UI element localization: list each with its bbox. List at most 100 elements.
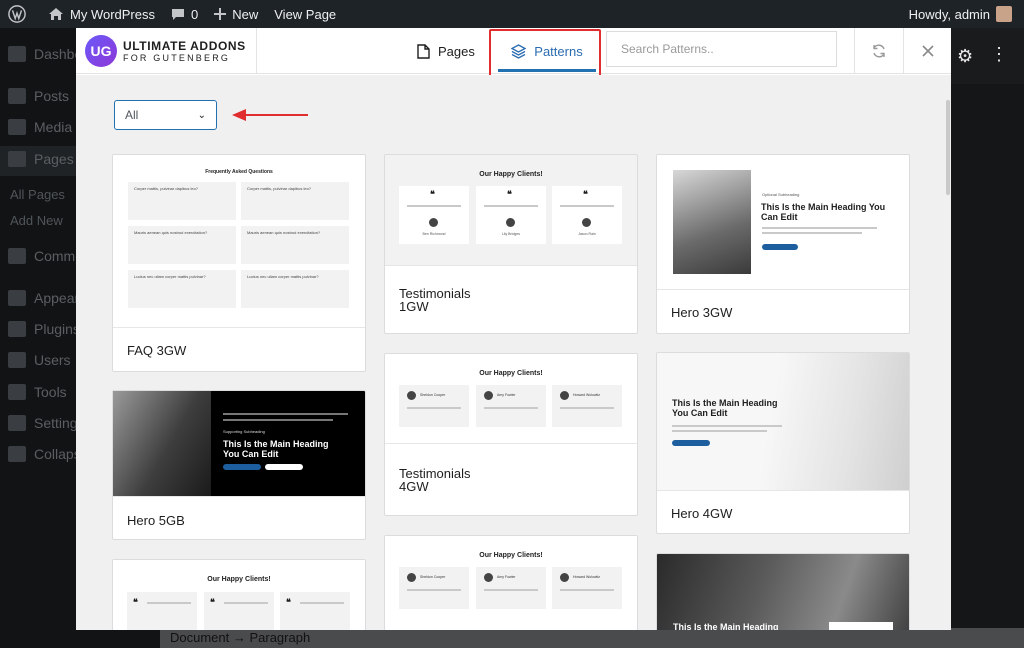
- pattern-preview: This Is the Main Heading You Can Edit: [657, 353, 909, 491]
- quote-icon: ❝: [583, 189, 588, 199]
- more-options-icon[interactable]: ⋮: [990, 44, 1008, 65]
- close-button[interactable]: [903, 28, 951, 74]
- search-input[interactable]: Search Patterns..: [606, 31, 837, 67]
- text-line: [224, 602, 268, 604]
- person-name: Howard Wolowitz: [573, 393, 600, 397]
- plugin-icon: [8, 321, 26, 337]
- menu-item-media[interactable]: Media: [8, 115, 72, 139]
- avatar: [407, 573, 416, 582]
- text-line: [672, 430, 767, 432]
- editor-breadcrumb[interactable]: Document → Paragraph: [160, 628, 1024, 648]
- pattern-card-testimonials-1gw[interactable]: Our Happy Clients! ❝ Ben Richmond ❝ Lily…: [384, 154, 638, 334]
- faq-item: Luctus nec ullam corper mattis pulvinar?: [241, 270, 349, 308]
- pattern-card-hero-5gb[interactable]: Supporting Subheading This Is the Main H…: [112, 390, 366, 540]
- submenu-add-new[interactable]: Add New: [10, 213, 63, 228]
- scrollbar[interactable]: [946, 100, 950, 195]
- pattern-card-label: FAQ 3GW: [127, 343, 187, 358]
- preview-title: Our Happy Clients!: [479, 370, 543, 377]
- person-name: Ben Richmond: [422, 232, 446, 236]
- pattern-card-hero-3gw[interactable]: Optional Subheading This Is the Main Hea…: [656, 154, 910, 334]
- gear-icon[interactable]: ⚙: [957, 46, 973, 67]
- wordpress-logo-icon[interactable]: [0, 0, 40, 28]
- sync-button[interactable]: [854, 28, 902, 74]
- menu-item-plugins[interactable]: Plugins: [8, 317, 80, 341]
- text-line: [560, 589, 614, 591]
- logo-title: ULTIMATE ADDONS: [123, 39, 246, 53]
- pattern-card-testimonials[interactable]: Our Happy Clients! ❝ ❝ ❝: [112, 559, 366, 630]
- pattern-card-hero-4gw[interactable]: This Is the Main Heading You Can Edit He…: [656, 352, 910, 534]
- pattern-card-label: Hero 5GB: [127, 513, 185, 528]
- preview-title: Our Happy Clients!: [479, 552, 543, 559]
- menu-item-posts[interactable]: Posts: [8, 84, 69, 108]
- testimonial-item: Sheldon Cooper: [399, 567, 469, 609]
- hero-button: [672, 440, 710, 446]
- annotation-highlight-box: [489, 29, 601, 79]
- text-line: [147, 602, 191, 604]
- text-line: [484, 589, 538, 591]
- testimonial-item: ❝ Jason Rain: [552, 186, 622, 244]
- menu-item-tools[interactable]: Tools: [8, 380, 67, 404]
- testimonial-item: ❝: [280, 592, 350, 630]
- hero-heading: This Is the Main Heading You Can Edit: [673, 622, 779, 630]
- menu-label: Posts: [34, 88, 70, 104]
- modal-header: UG ULTIMATE ADDONS FOR GUTENBERG Pages P…: [76, 28, 951, 79]
- avatar: [560, 391, 569, 400]
- submenu-all-pages[interactable]: All Pages: [10, 187, 65, 202]
- hero-heading: This Is the Main Heading You Can Edit: [223, 439, 329, 459]
- my-account-link[interactable]: Howdy, admin: [901, 0, 1020, 28]
- admin-bar: My WordPress 0 New View Page Howdy, admi…: [0, 0, 1024, 28]
- testimonial-item: Howard Wolowitz: [552, 567, 622, 609]
- avatar: [582, 218, 591, 227]
- faq-item: Mauris aenean quis nostrud exercitation?: [128, 226, 236, 264]
- media-icon: [8, 119, 26, 135]
- filter-value: All: [125, 108, 139, 122]
- pattern-preview: Supporting Subheading This Is the Main H…: [113, 391, 365, 497]
- faq-question: Mauris aenean quis nostrud exercitation?: [134, 230, 208, 235]
- text-line: [762, 232, 862, 234]
- category-filter-select[interactable]: All ⌄: [114, 100, 217, 130]
- faq-item: Luctus nec ullam corper mattis pulvinar?: [128, 270, 236, 308]
- brush-icon: [8, 290, 26, 306]
- comments-count: 0: [191, 6, 199, 22]
- hero-heading: This Is the Main Heading You Can Edit: [672, 398, 778, 418]
- testimonial-item: Amy Fowler: [476, 567, 546, 609]
- menu-label: Tools: [34, 384, 67, 400]
- chevron-down-icon: ⌄: [197, 109, 206, 121]
- comments-link[interactable]: 0: [163, 0, 206, 28]
- text-line: [407, 205, 461, 207]
- menu-item-pages[interactable]: Pages: [8, 147, 74, 171]
- pin-icon: [8, 88, 26, 104]
- search-placeholder: Search Patterns..: [621, 42, 714, 56]
- testimonial-item: ❝ Lily Bridges: [476, 186, 546, 244]
- pattern-card-faq-3gw[interactable]: Frequently Asked Questions Corper mattis…: [112, 154, 366, 372]
- modal-body: All ⌄ Frequently Asked Questions Corper …: [76, 75, 951, 630]
- pattern-card-label: Hero 3GW: [671, 305, 733, 320]
- menu-item-settings[interactable]: Settings: [8, 411, 85, 435]
- hero-subheading: Optional Subheading: [762, 192, 800, 197]
- faq-question: Luctus nec ullam corper mattis pulvinar?: [134, 274, 206, 279]
- refresh-icon: [872, 44, 885, 58]
- person-name: Lily Bridges: [501, 232, 521, 236]
- person-name: Sheldon Cooper: [420, 575, 446, 579]
- text-line: [223, 419, 333, 421]
- pattern-card-testimonials[interactable]: Our Happy Clients! Sheldon Cooper Amy Fo…: [384, 535, 638, 630]
- new-content-link[interactable]: New: [206, 0, 266, 28]
- menu-item-users[interactable]: Users: [8, 348, 71, 372]
- testimonial-item: ❝ Ben Richmond: [399, 186, 469, 244]
- tab-pages-label: Pages: [438, 43, 475, 59]
- site-name-link[interactable]: My WordPress: [40, 0, 163, 28]
- hero-subheading: Supporting Subheading: [223, 429, 265, 434]
- menu-label: Users: [34, 352, 71, 368]
- pattern-card-label: Hero 4GW: [671, 506, 733, 521]
- pattern-card-hero[interactable]: This Is the Main Heading You Can Edit: [656, 553, 910, 630]
- pattern-card-testimonials-4gw[interactable]: Our Happy Clients! Sheldon Cooper Amy Fo…: [384, 353, 638, 516]
- view-page-link[interactable]: View Page: [266, 0, 344, 28]
- comment-icon: [172, 9, 184, 20]
- person-name: Howard Wolowitz: [573, 575, 600, 579]
- tab-pages[interactable]: Pages: [417, 28, 475, 74]
- faq-item: Corper mattis, pulvinar dapibus leo?: [128, 182, 236, 220]
- quote-icon: ❝: [507, 189, 512, 199]
- menu-label: Media: [34, 119, 73, 135]
- pattern-card-label: Testimonials 1GW: [399, 286, 471, 314]
- preview-title: Frequently Asked Questions: [205, 169, 273, 175]
